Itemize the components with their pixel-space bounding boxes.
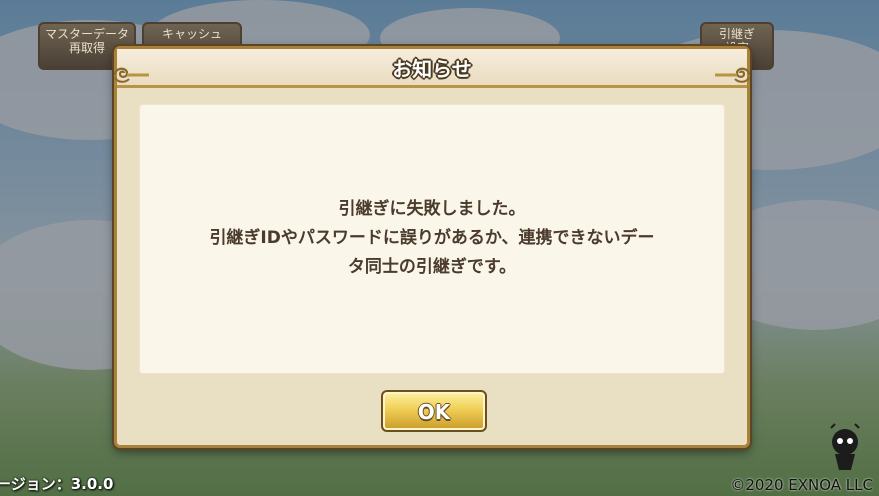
message-line: タ同士の引継ぎです。: [347, 257, 517, 277]
ok-button-label: OK: [417, 400, 451, 424]
transfer-button-line1: 引継ぎ: [718, 27, 755, 41]
dialog-title: お知らせ: [392, 57, 472, 81]
message-line: 引継ぎに失敗しました。: [338, 199, 526, 219]
dialog-header: お知らせ: [117, 49, 747, 88]
master-data-button-line1: マスターデータ: [44, 27, 129, 41]
version-label: ージョン：3.0.0: [0, 475, 114, 493]
ok-button[interactable]: OK: [381, 390, 487, 432]
notice-dialog: お知らせ 引継ぎに失敗しました。 引継ぎIDやパスワードに誤りがあるか、連携でき…: [113, 46, 751, 448]
cache-button-label: キャッシュ: [161, 27, 222, 41]
message-line: 引継ぎIDやパスワードに誤りがあるか、連携できないデー: [209, 228, 655, 248]
scroll-ornament-icon: [715, 67, 751, 83]
mascot-icon: [830, 423, 860, 470]
dialog-message: 引継ぎに失敗しました。 引継ぎIDやパスワードに誤りがあるか、連携できないデー …: [117, 195, 747, 282]
copyright-label: ©2020 EXNOA LLC: [730, 476, 873, 494]
scroll-ornament-icon: [113, 67, 149, 83]
